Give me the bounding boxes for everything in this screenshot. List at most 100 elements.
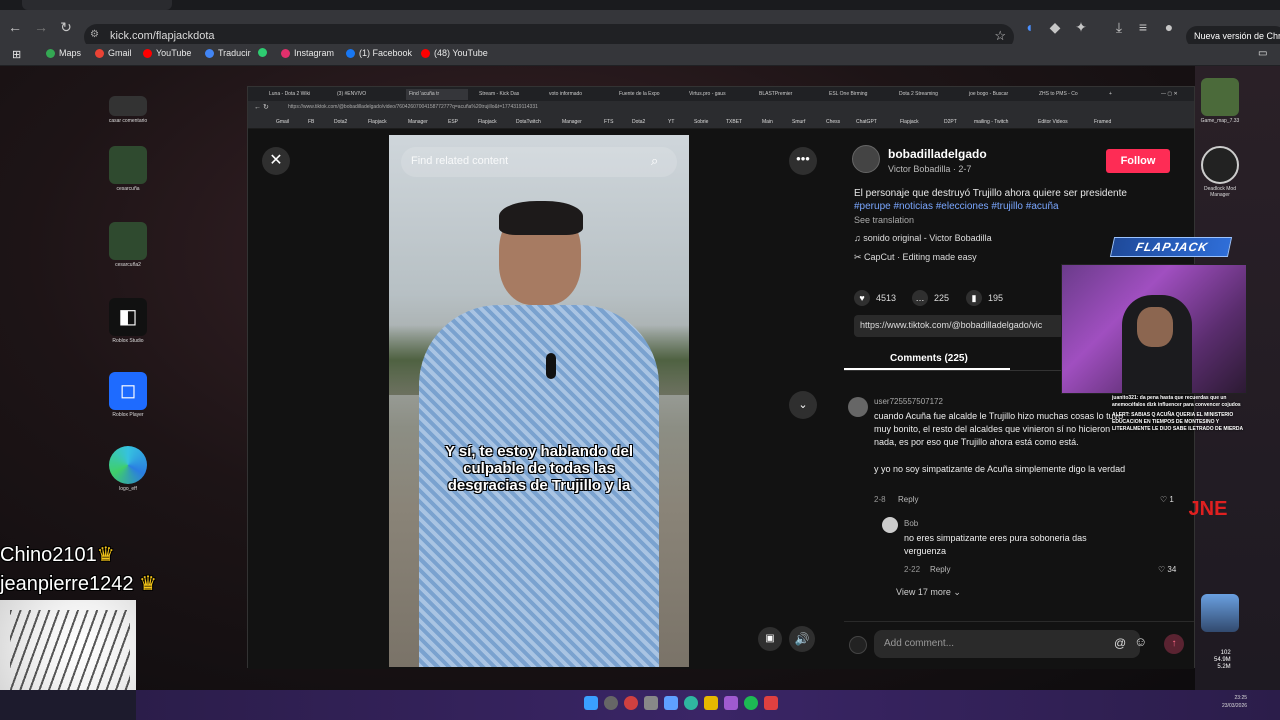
system-clock[interactable]: 23:25 23/03/2026 bbox=[1222, 694, 1247, 710]
inner-tab[interactable]: Luna - Dota 2 Wiki bbox=[266, 89, 326, 100]
inner-bookmark[interactable]: DotaTwitch bbox=[516, 119, 541, 125]
desktop-icon-image[interactable] bbox=[1200, 594, 1240, 634]
folder-icon[interactable] bbox=[704, 696, 718, 710]
desktop-icon-deadlock-mod-manager[interactable]: Deadlock Mod Manager bbox=[1200, 146, 1240, 198]
taskbar-app-icon[interactable] bbox=[624, 696, 638, 710]
video-player[interactable]: Find related content ⌕ Y sí, te estoy ha… bbox=[389, 135, 689, 667]
inner-bookmark[interactable]: TXBET bbox=[726, 119, 742, 125]
desktop-icon-roblox-player[interactable]: ◻ Roblox Player bbox=[108, 372, 148, 418]
search-icon[interactable] bbox=[604, 696, 618, 710]
inner-tab[interactable]: (3) #ENVIVO bbox=[334, 89, 396, 100]
inner-bookmark[interactable]: Manager bbox=[408, 119, 428, 125]
inner-tab[interactable]: Dota 2 Streaming bbox=[896, 89, 958, 100]
inner-bookmark[interactable]: YT bbox=[668, 119, 674, 125]
inner-url-text[interactable]: https://www.tiktok.com/@bobadilladelgado… bbox=[288, 104, 538, 110]
inner-tab[interactable]: BLASTPremier bbox=[756, 89, 818, 100]
reply-user[interactable]: Bob bbox=[904, 519, 918, 528]
inner-tab[interactable]: Fuente de la Expo bbox=[616, 89, 678, 100]
inner-bookmark[interactable]: Dota2 bbox=[334, 119, 347, 125]
inner-bookmark[interactable]: ESP bbox=[448, 119, 458, 125]
inner-tab[interactable]: ESL One Birming bbox=[826, 89, 888, 100]
taskbar-app-icon[interactable] bbox=[764, 696, 778, 710]
desktop-icon-casar-comentario[interactable]: casar comentario bbox=[108, 96, 148, 124]
browser-tab-active[interactable] bbox=[22, 0, 172, 10]
inner-bookmark[interactable]: Sobrie bbox=[694, 119, 708, 125]
inner-bookmark[interactable]: Main bbox=[762, 119, 773, 125]
folder-icon[interactable]: ▭ bbox=[1258, 48, 1267, 59]
video-link[interactable]: https://www.tiktok.com/@bobadilladelgado… bbox=[854, 315, 1064, 337]
apps-icon[interactable]: ⊞ bbox=[12, 48, 21, 61]
search-input[interactable]: Find related content ⌕ bbox=[401, 147, 677, 177]
emoji-icon[interactable]: ☺ bbox=[1134, 634, 1147, 649]
volume-icon[interactable]: 🔊 bbox=[789, 626, 815, 652]
comment-input[interactable]: Add comment... bbox=[874, 630, 1140, 658]
puzzle-icon[interactable]: ✦ bbox=[1072, 18, 1090, 36]
reply-like[interactable]: ♡ 34 bbox=[1158, 565, 1176, 574]
sound-link[interactable]: ♫ sonido original - Victor Bobadilla bbox=[854, 233, 992, 243]
start-icon[interactable] bbox=[584, 696, 598, 710]
bookmark-maps[interactable]: Maps bbox=[46, 48, 81, 58]
reply-button[interactable]: Reply bbox=[930, 565, 950, 574]
bookmark-youtube-2[interactable]: (48) YouTube bbox=[421, 48, 488, 58]
desktop-icon-cesarcuna[interactable]: cesarcuña bbox=[108, 146, 148, 192]
inner-back-icon[interactable]: ← ↻ bbox=[254, 103, 269, 111]
inner-tab-active[interactable]: Find 'acuña tr bbox=[406, 89, 468, 100]
bookmark-facebook[interactable]: (1) Facebook bbox=[346, 48, 412, 58]
taskbar-app-icon[interactable] bbox=[664, 696, 678, 710]
bookmark-instagram[interactable]: Instagram bbox=[281, 48, 334, 58]
desktop-icon-cesarcuna2[interactable]: cesarcuña2 bbox=[108, 222, 148, 268]
save-button[interactable]: ▮ 195 bbox=[966, 290, 1003, 306]
download-icon[interactable]: ⤓ bbox=[1110, 18, 1128, 36]
inner-bookmark[interactable]: Smurf bbox=[792, 119, 805, 125]
bookmark-traducir[interactable]: Traducir bbox=[205, 48, 251, 58]
inner-bookmark[interactable]: FTS bbox=[604, 119, 613, 125]
picture-in-picture-icon[interactable]: ▣ bbox=[758, 627, 782, 651]
extension-icon[interactable]: ◆ bbox=[1046, 18, 1064, 36]
desktop-icon-edge[interactable]: logo_eff bbox=[108, 446, 148, 492]
taskbar-app-icon[interactable] bbox=[724, 696, 738, 710]
reply-button[interactable]: Reply bbox=[898, 495, 918, 504]
reply-avatar[interactable] bbox=[882, 517, 898, 533]
comment-avatar[interactable] bbox=[848, 397, 868, 417]
site-info-icon[interactable]: ⚙ bbox=[90, 29, 99, 40]
bookmark-gmail[interactable]: Gmail bbox=[95, 48, 132, 58]
inner-bookmark[interactable]: Editor Videos bbox=[1038, 119, 1068, 125]
inner-bookmark[interactable]: D2PT bbox=[944, 119, 957, 125]
desktop-icon-game-map[interactable]: Game_map_7.33 bbox=[1200, 78, 1240, 124]
inner-bookmark[interactable]: Manager bbox=[562, 119, 582, 125]
inner-bookmark[interactable]: FB bbox=[308, 119, 314, 125]
inner-bookmark[interactable]: Dota2 bbox=[632, 119, 645, 125]
bookmark-green[interactable] bbox=[258, 48, 267, 57]
media-icon[interactable]: ≡ bbox=[1134, 18, 1152, 36]
avatar[interactable] bbox=[852, 145, 880, 173]
reload-icon[interactable]: ↻ bbox=[57, 18, 75, 36]
like-button[interactable]: ♥ 4513 bbox=[854, 290, 896, 306]
bookmark-youtube[interactable]: YouTube bbox=[143, 48, 191, 58]
inner-bookmark[interactable]: mailing - Twitch bbox=[974, 119, 1008, 125]
extension-icon[interactable]: ◖ bbox=[1020, 18, 1038, 36]
desktop-icon-roblox-studio[interactable]: ◧ Roblox Studio bbox=[108, 298, 148, 344]
inner-bookmark[interactable]: Chess bbox=[826, 119, 840, 125]
inner-bookmark[interactable]: Flapjack bbox=[478, 119, 497, 125]
inner-bookmark[interactable]: Flapjack bbox=[368, 119, 387, 125]
inner-bookmark[interactable]: ChatGPT bbox=[856, 119, 877, 125]
inner-tab[interactable]: Virtus.pro - gaus bbox=[686, 89, 748, 100]
taskbar-app-icon[interactable] bbox=[644, 696, 658, 710]
spotify-icon[interactable] bbox=[744, 696, 758, 710]
bookmark-star-icon[interactable]: ☆ bbox=[994, 28, 1006, 44]
inner-tab[interactable]: voto informado bbox=[546, 89, 608, 100]
chevron-down-icon[interactable]: ⌄ bbox=[789, 391, 817, 419]
forward-icon[interactable]: → bbox=[32, 18, 50, 36]
back-icon[interactable]: ← bbox=[6, 18, 24, 36]
search-icon[interactable]: ⌕ bbox=[651, 153, 667, 169]
capcut-link[interactable]: ✂ CapCut · Editing made easy bbox=[854, 252, 977, 263]
inner-tab[interactable]: joe bogo - Buscar bbox=[966, 89, 1028, 100]
inner-tab[interactable]: ZHS to PMS - Co bbox=[1036, 89, 1098, 100]
inner-bookmark[interactable]: Gmail bbox=[276, 119, 289, 125]
hashtags[interactable]: #perupe #noticias #elecciones #trujillo … bbox=[854, 201, 1174, 212]
comment-button[interactable]: … 225 bbox=[912, 290, 949, 306]
see-translation-link[interactable]: See translation bbox=[854, 215, 914, 225]
close-icon[interactable]: ✕ bbox=[262, 147, 290, 175]
edge-icon[interactable] bbox=[684, 696, 698, 710]
inner-tab[interactable]: Stream - Kick Das bbox=[476, 89, 538, 100]
